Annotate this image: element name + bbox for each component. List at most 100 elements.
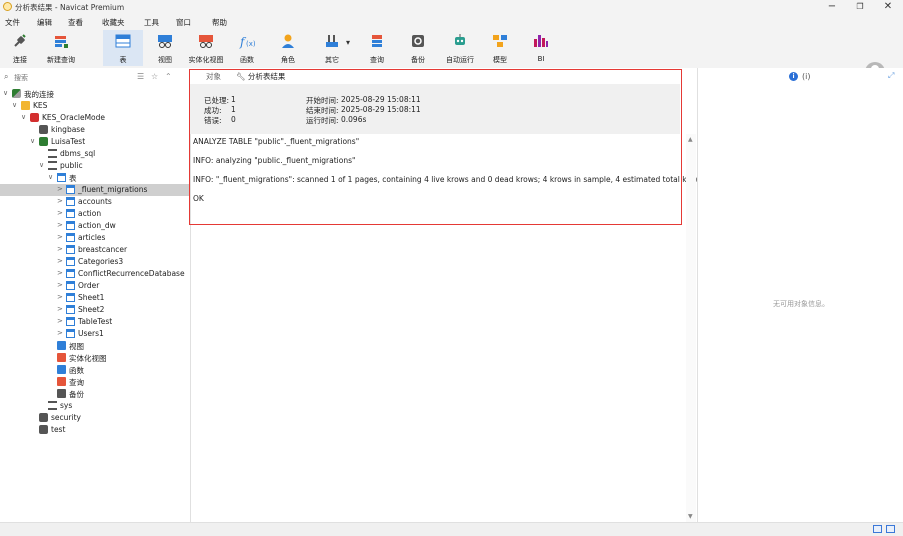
menu-edit[interactable]: 编辑: [37, 17, 52, 28]
function-icon: f (x): [239, 35, 255, 49]
toolbar-view-label: 视图: [158, 56, 172, 64]
chevron-down-icon[interactable]: ∨: [30, 137, 35, 145]
scroll-up-icon[interactable]: ▲: [688, 136, 693, 143]
vertical-scrollbar[interactable]: ▲ ▼: [686, 134, 696, 522]
menu-help[interactable]: 帮助: [212, 17, 227, 28]
chevron-right-icon[interactable]: >: [57, 305, 63, 313]
toolbar-others-button[interactable]: 其它 ▾: [312, 30, 352, 66]
tree-item[interactable]: sys: [0, 400, 190, 412]
toolbar-bi-button[interactable]: BI: [521, 30, 561, 66]
toolbar-backup-label: 备份: [411, 56, 425, 64]
menu-tools[interactable]: 工具: [144, 17, 159, 28]
toolbar-role-button[interactable]: 角色: [268, 30, 308, 66]
tree-item[interactable]: > _fluent_migrations: [0, 184, 190, 196]
tree-item[interactable]: > accounts: [0, 196, 190, 208]
tree-item[interactable]: kingbase: [0, 124, 190, 136]
chevron-right-icon[interactable]: >: [57, 221, 63, 229]
toolbar-backup-button[interactable]: 备份: [398, 30, 438, 66]
tree-item-label: 查询: [69, 378, 84, 387]
star-icon[interactable]: ☆: [151, 72, 158, 81]
chevron-down-icon[interactable]: ∨: [12, 101, 17, 109]
chevron-right-icon[interactable]: >: [57, 185, 63, 193]
info-icon[interactable]: i: [789, 72, 798, 81]
menu-file[interactable]: 文件: [5, 17, 20, 28]
scroll-down-icon[interactable]: ▼: [688, 513, 693, 520]
chevron-right-icon[interactable]: >: [57, 245, 63, 253]
menu-window[interactable]: 窗口: [176, 17, 191, 28]
tree-item[interactable]: ∨ public: [0, 160, 190, 172]
tree-item[interactable]: > Order: [0, 280, 190, 292]
chevron-down-icon[interactable]: ∨: [48, 173, 53, 181]
tree-item[interactable]: > action: [0, 208, 190, 220]
tree-item[interactable]: test: [0, 424, 190, 436]
chevron-right-icon[interactable]: >: [57, 293, 63, 301]
svg-text:(x): (x): [246, 40, 255, 48]
tree-item[interactable]: 查询: [0, 376, 190, 388]
tree-item[interactable]: > Users1: [0, 328, 190, 340]
tree-item[interactable]: 备份: [0, 388, 190, 400]
query-icon: [372, 35, 382, 47]
filter-icon[interactable]: ☰: [137, 72, 144, 81]
table-icon: [66, 233, 75, 242]
tree-item[interactable]: 实体化视图: [0, 352, 190, 364]
sidebar-search[interactable]: ⌕ 搜索 ☰ ☆ ⌃: [3, 70, 187, 84]
info-panel-header[interactable]: (i): [802, 72, 810, 81]
toolbar-materialized-view-button[interactable]: 实体化视图: [186, 30, 226, 66]
toolbar-table-button[interactable]: 表: [103, 30, 143, 66]
database-icon: [39, 425, 48, 434]
table-icon: [66, 305, 75, 314]
chevron-down-icon[interactable]: ∨: [39, 161, 44, 169]
tree-item[interactable]: > TableTest: [0, 316, 190, 328]
chevron-down-icon[interactable]: ∨: [3, 89, 8, 97]
tree-item[interactable]: > breastcancer: [0, 244, 190, 256]
tree-item[interactable]: > action_dw: [0, 220, 190, 232]
layout-right-icon[interactable]: [886, 525, 895, 533]
kes-icon: [30, 113, 39, 122]
tab-objects[interactable]: 对象: [206, 71, 221, 82]
tools-icon: [326, 35, 338, 47]
toolbar-model-button[interactable]: 模型: [480, 30, 520, 66]
menu-view[interactable]: 查看: [68, 17, 83, 28]
backup-icon: [412, 35, 424, 47]
toolbar-function-button[interactable]: f (x) 函数: [227, 30, 267, 66]
tree-item[interactable]: > Categories3: [0, 256, 190, 268]
tree-item[interactable]: ∨ 我的连接: [0, 88, 190, 100]
menu-favorites[interactable]: 收藏夹: [102, 17, 125, 28]
toolbar-connect-button[interactable]: 连接: [0, 30, 40, 66]
chevron-down-icon[interactable]: ∨: [21, 113, 26, 121]
tree-item[interactable]: > ConflictRecurrenceDatabase: [0, 268, 190, 280]
tree-item[interactable]: ∨ KES_OracleMode: [0, 112, 190, 124]
schema-icon: [48, 149, 57, 158]
restore-button[interactable]: ❐: [846, 0, 874, 14]
chevron-right-icon[interactable]: >: [57, 209, 63, 217]
tree-item[interactable]: security: [0, 412, 190, 424]
tree-item[interactable]: 视图: [0, 340, 190, 352]
toolbar-new-query-button[interactable]: 新建查询: [41, 30, 81, 66]
chevron-right-icon[interactable]: >: [57, 257, 63, 265]
tree-item[interactable]: > Sheet2: [0, 304, 190, 316]
chevron-right-icon[interactable]: >: [57, 269, 63, 277]
tab-analyze-result[interactable]: 🔧︎ 分析表结果: [236, 71, 285, 82]
search-input[interactable]: 搜索: [14, 73, 28, 83]
chevron-right-icon[interactable]: >: [57, 233, 63, 241]
schema-icon: [48, 401, 57, 410]
layout-left-icon[interactable]: [873, 525, 882, 533]
tree-item[interactable]: ∨ KES: [0, 100, 190, 112]
expand-icon[interactable]: ⤢: [888, 71, 894, 81]
tree-item[interactable]: ∨ 表: [0, 172, 190, 184]
collapse-icon[interactable]: ⌃: [165, 72, 172, 81]
toolbar-view-button[interactable]: 视图: [145, 30, 185, 66]
close-button[interactable]: ✕: [874, 0, 902, 14]
tree-item[interactable]: > Sheet1: [0, 292, 190, 304]
tree-item[interactable]: dbms_sql: [0, 148, 190, 160]
minimize-button[interactable]: −: [818, 0, 846, 14]
tree-item[interactable]: 函数: [0, 364, 190, 376]
toolbar-query-button[interactable]: 查询: [357, 30, 397, 66]
chevron-right-icon[interactable]: >: [57, 317, 63, 325]
chevron-right-icon[interactable]: >: [57, 329, 63, 337]
toolbar-automation-button[interactable]: 自动运行: [440, 30, 480, 66]
chevron-right-icon[interactable]: >: [57, 197, 63, 205]
chevron-right-icon[interactable]: >: [57, 281, 63, 289]
tree-item[interactable]: ∨ LuisaTest: [0, 136, 190, 148]
tree-item[interactable]: > articles: [0, 232, 190, 244]
